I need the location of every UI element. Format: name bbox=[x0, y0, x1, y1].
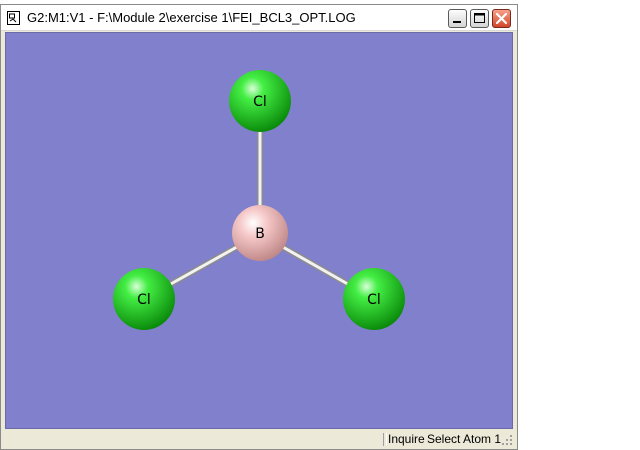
atom-b-center[interactable]: B bbox=[232, 205, 288, 261]
window-title: G2:M1:V1 - F:\Module 2\exercise 1\FEI_BC… bbox=[27, 10, 356, 25]
atom-label-cl-left: Cl bbox=[137, 292, 151, 308]
title-bar[interactable]: G2:M1:V1 - F:\Module 2\exercise 1\FEI_BC… bbox=[1, 5, 517, 31]
atom-label-b: B bbox=[255, 226, 265, 242]
close-icon bbox=[495, 12, 508, 25]
molecule-viewport[interactable]: Cl Cl Cl B bbox=[5, 32, 513, 429]
atom-label-cl-top: Cl bbox=[253, 94, 267, 110]
maximize-button[interactable] bbox=[470, 9, 489, 28]
close-button[interactable] bbox=[492, 9, 511, 28]
status-bar: Inquire Select Atom 1 bbox=[5, 430, 515, 448]
minimize-icon bbox=[453, 21, 461, 23]
molecule-drawing: Cl Cl Cl B bbox=[113, 70, 405, 330]
maximize-icon bbox=[474, 13, 485, 23]
status-message: Select Atom 1 bbox=[427, 432, 502, 446]
document-app-icon[interactable] bbox=[7, 11, 20, 25]
status-mode: Inquire bbox=[388, 432, 425, 446]
size-grip-icon[interactable] bbox=[501, 434, 513, 446]
atom-label-cl-right: Cl bbox=[367, 292, 381, 308]
molecule-view-window: G2:M1:V1 - F:\Module 2\exercise 1\FEI_BC… bbox=[0, 4, 518, 450]
status-separator bbox=[383, 433, 387, 446]
atom-cl-right[interactable]: Cl bbox=[343, 268, 405, 330]
minimize-button[interactable] bbox=[448, 9, 467, 28]
atom-cl-left[interactable]: Cl bbox=[113, 268, 175, 330]
atom-cl-top[interactable]: Cl bbox=[229, 70, 291, 132]
